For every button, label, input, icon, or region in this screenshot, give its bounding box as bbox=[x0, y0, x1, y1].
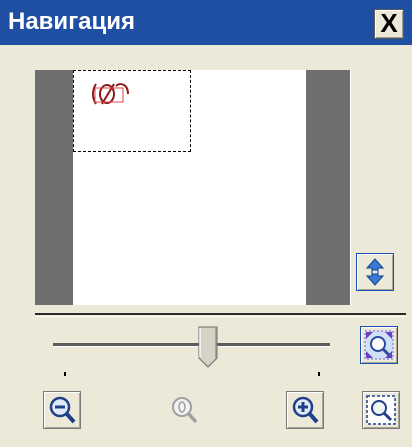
fit-width-button[interactable] bbox=[360, 326, 398, 364]
slider-tick-max bbox=[318, 372, 320, 376]
separator-highlight bbox=[35, 316, 406, 317]
navigation-panel: Навигация X bbox=[0, 0, 412, 447]
close-icon: X bbox=[380, 8, 398, 38]
thumbnail-left-margin bbox=[35, 70, 73, 305]
actual-size-icon bbox=[172, 397, 198, 424]
actual-size-button[interactable] bbox=[165, 391, 203, 429]
fit-page-arrows-icon bbox=[365, 258, 385, 286]
title-bar[interactable]: Навигация X bbox=[0, 0, 412, 45]
zoom-in-button[interactable] bbox=[286, 391, 324, 429]
zoom-selection-icon bbox=[366, 395, 396, 425]
close-button[interactable]: X bbox=[374, 8, 404, 39]
visible-area-rectangle[interactable] bbox=[73, 70, 191, 152]
thumbnail-right-margin bbox=[306, 70, 350, 305]
zoom-slider-track[interactable] bbox=[53, 343, 330, 346]
zoom-out-button[interactable] bbox=[43, 391, 81, 429]
zoom-out-icon bbox=[49, 396, 76, 424]
zoom-in-icon bbox=[292, 396, 319, 424]
zoom-slider-thumb[interactable] bbox=[198, 326, 218, 368]
separator-line bbox=[35, 313, 406, 315]
window-title: Навигация bbox=[8, 8, 136, 35]
slider-tick-min bbox=[64, 372, 66, 376]
zoom-selection-button[interactable] bbox=[362, 391, 400, 429]
fit-width-icon bbox=[364, 330, 394, 360]
fit-page-button[interactable] bbox=[356, 253, 394, 291]
